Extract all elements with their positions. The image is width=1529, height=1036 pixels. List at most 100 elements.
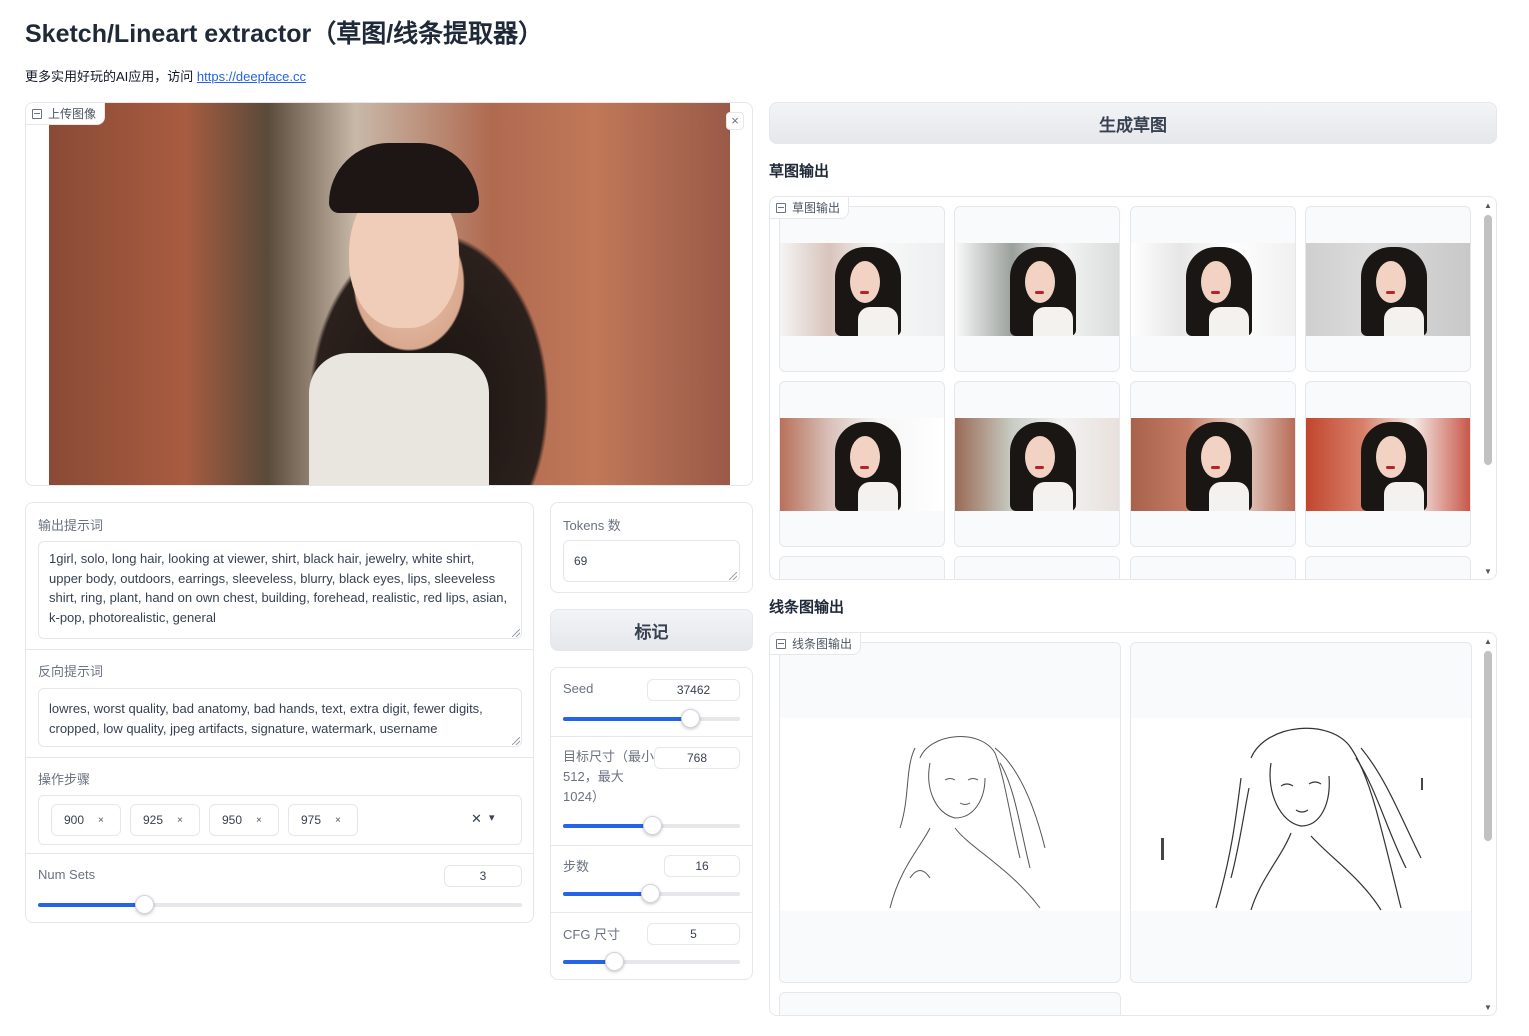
sketch-thumb-partial-2[interactable] (954, 556, 1120, 579)
slider-thumb[interactable] (681, 709, 701, 728)
generate-sketch-button[interactable]: 生成草图 (769, 102, 1497, 144)
tokens-resize-handle[interactable] (729, 572, 737, 580)
close-icon[interactable]: × (726, 112, 744, 130)
slider-thumb[interactable] (135, 895, 155, 914)
negative-resize-handle[interactable] (512, 737, 520, 745)
prompt-textarea[interactable]: 1girl, solo, long hair, looking at viewe… (38, 541, 522, 639)
sketch-figure-face (1376, 261, 1406, 303)
scroll-down-icon[interactable]: ▼ (1482, 567, 1494, 577)
lineart-label-text: 线条图输出 (792, 637, 853, 651)
steps-slider[interactable] (563, 884, 740, 903)
chip-925[interactable]: 925 × (130, 804, 200, 836)
lineart-thumb-1[interactable] (779, 642, 1121, 983)
sketch-image-4 (1306, 243, 1470, 336)
slider-fill (563, 717, 691, 721)
cfg-label: CFG 尺寸 (563, 927, 621, 942)
prompt-resize-handle[interactable] (512, 629, 520, 637)
slider-thumb[interactable] (642, 816, 662, 835)
sketch-figure-lips (860, 466, 869, 469)
steps-input[interactable]: 16 (664, 855, 740, 877)
scroll-down-icon[interactable]: ▼ (1482, 1003, 1494, 1013)
sketch-thumb-6[interactable] (954, 381, 1120, 547)
chevron-down-icon[interactable]: ▾ (489, 811, 495, 824)
slider-thumb[interactable] (640, 884, 660, 903)
sketch-thumb-partial-4[interactable] (1305, 556, 1471, 579)
lineart-scrollbar[interactable]: ▲ ▼ (1482, 637, 1494, 1013)
chip-975[interactable]: 975 × (288, 804, 358, 836)
seed-slider[interactable] (563, 709, 740, 728)
seed-input[interactable]: 37462 (647, 679, 740, 701)
image-icon (776, 202, 786, 213)
cfg-slider[interactable] (563, 952, 740, 971)
sketch-figure-lips (1386, 291, 1395, 294)
chip-900[interactable]: 900 × (51, 804, 121, 836)
target-size-input[interactable]: 768 (654, 747, 740, 769)
upload-image-label: 上传图像 (26, 103, 106, 125)
remove-chip-icon[interactable]: × (177, 815, 183, 826)
sketch-figure-face (1201, 261, 1231, 303)
sketch-scrollbar[interactable]: ▲ ▼ (1482, 201, 1494, 577)
lineart-thumb-3[interactable] (779, 992, 1121, 1015)
sketch-thumb-8[interactable] (1305, 381, 1471, 547)
sketch-thumb-5[interactable] (779, 381, 945, 547)
num-sets-slider[interactable] (38, 895, 522, 914)
sketch-image-5 (780, 418, 944, 511)
scroll-up-icon[interactable]: ▲ (1482, 637, 1494, 647)
num-sets-input[interactable]: 3 (444, 865, 522, 887)
deepface-link[interactable]: https://deepface.cc (197, 69, 306, 84)
target-size-slider[interactable] (563, 816, 740, 835)
steps-multiselect[interactable]: 900 × 925 × 950 × 975 × ✕ ▾ (38, 795, 522, 845)
scroll-up-icon[interactable]: ▲ (1482, 201, 1494, 211)
sketch-gallery[interactable]: 草图输出 ▲ ▼ (769, 196, 1497, 580)
tokens-panel: Tokens 数 69 (550, 502, 753, 593)
photo-hair (329, 143, 479, 213)
cfg-input[interactable]: 5 (647, 923, 740, 945)
remove-chip-icon[interactable]: × (335, 815, 341, 826)
sketch-figure-face (1025, 261, 1055, 303)
image-icon (776, 638, 786, 649)
sketch-figure-face (850, 261, 880, 303)
scroll-thumb[interactable] (1484, 215, 1492, 465)
sketch-figure-face (1376, 436, 1406, 478)
divider (551, 912, 752, 913)
sketch-thumb-partial-1[interactable] (779, 556, 945, 579)
slider-fill (563, 824, 652, 828)
sketch-figure-shirt (1209, 482, 1249, 511)
negative-prompt-textarea[interactable]: lowres, worst quality, bad anatomy, bad … (38, 688, 522, 747)
page-subtitle: 更多实用好玩的AI应用，访问 https://deepface.cc (25, 66, 306, 85)
lineart-thumb-2[interactable] (1130, 642, 1472, 983)
lineart-image-1 (780, 718, 1120, 911)
sketch-thumb-7[interactable] (1130, 381, 1296, 547)
sketch-figure-face (1201, 436, 1231, 478)
sketch-thumb-4[interactable] (1305, 206, 1471, 372)
sketch-figure-shirt (1384, 482, 1424, 511)
divider (551, 845, 752, 846)
remove-chip-icon[interactable]: × (98, 815, 104, 826)
sketch-thumb-2[interactable] (954, 206, 1120, 372)
sketch-figure-face (1025, 436, 1055, 478)
sketch-thumb-1[interactable] (779, 206, 945, 372)
slider-fill (38, 903, 145, 907)
prompt-panel: 输出提示词 1girl, solo, long hair, looking at… (25, 502, 534, 923)
sketch-image-3 (1131, 243, 1295, 336)
lineart-gallery[interactable]: 线条图输出 ▲ ▼ (769, 632, 1497, 1016)
upload-label-text: 上传图像 (48, 107, 97, 121)
sketch-thumb-3[interactable] (1130, 206, 1296, 372)
upload-image-panel[interactable]: 上传图像 × (25, 102, 753, 486)
tag-button[interactable]: 标记 (550, 609, 753, 651)
sketch-thumb-partial-3[interactable] (1130, 556, 1296, 579)
chip-label: 925 (143, 813, 164, 827)
scroll-thumb[interactable] (1484, 651, 1492, 841)
clear-all-icon[interactable]: ✕ (471, 811, 482, 827)
steps-select-label: 操作步骤 (38, 772, 91, 787)
sketch-figure-lips (1211, 466, 1220, 469)
slider-thumb[interactable] (605, 952, 625, 971)
lineart-output-title: 线条图输出 (769, 599, 845, 616)
remove-chip-icon[interactable]: × (256, 815, 262, 826)
chip-label: 900 (64, 813, 85, 827)
chip-950[interactable]: 950 × (209, 804, 279, 836)
tokens-field[interactable]: 69 (563, 540, 740, 582)
slider-fill (563, 892, 650, 896)
lineart-drawing-1 (889, 736, 1046, 909)
sketch-image-2 (955, 243, 1119, 336)
